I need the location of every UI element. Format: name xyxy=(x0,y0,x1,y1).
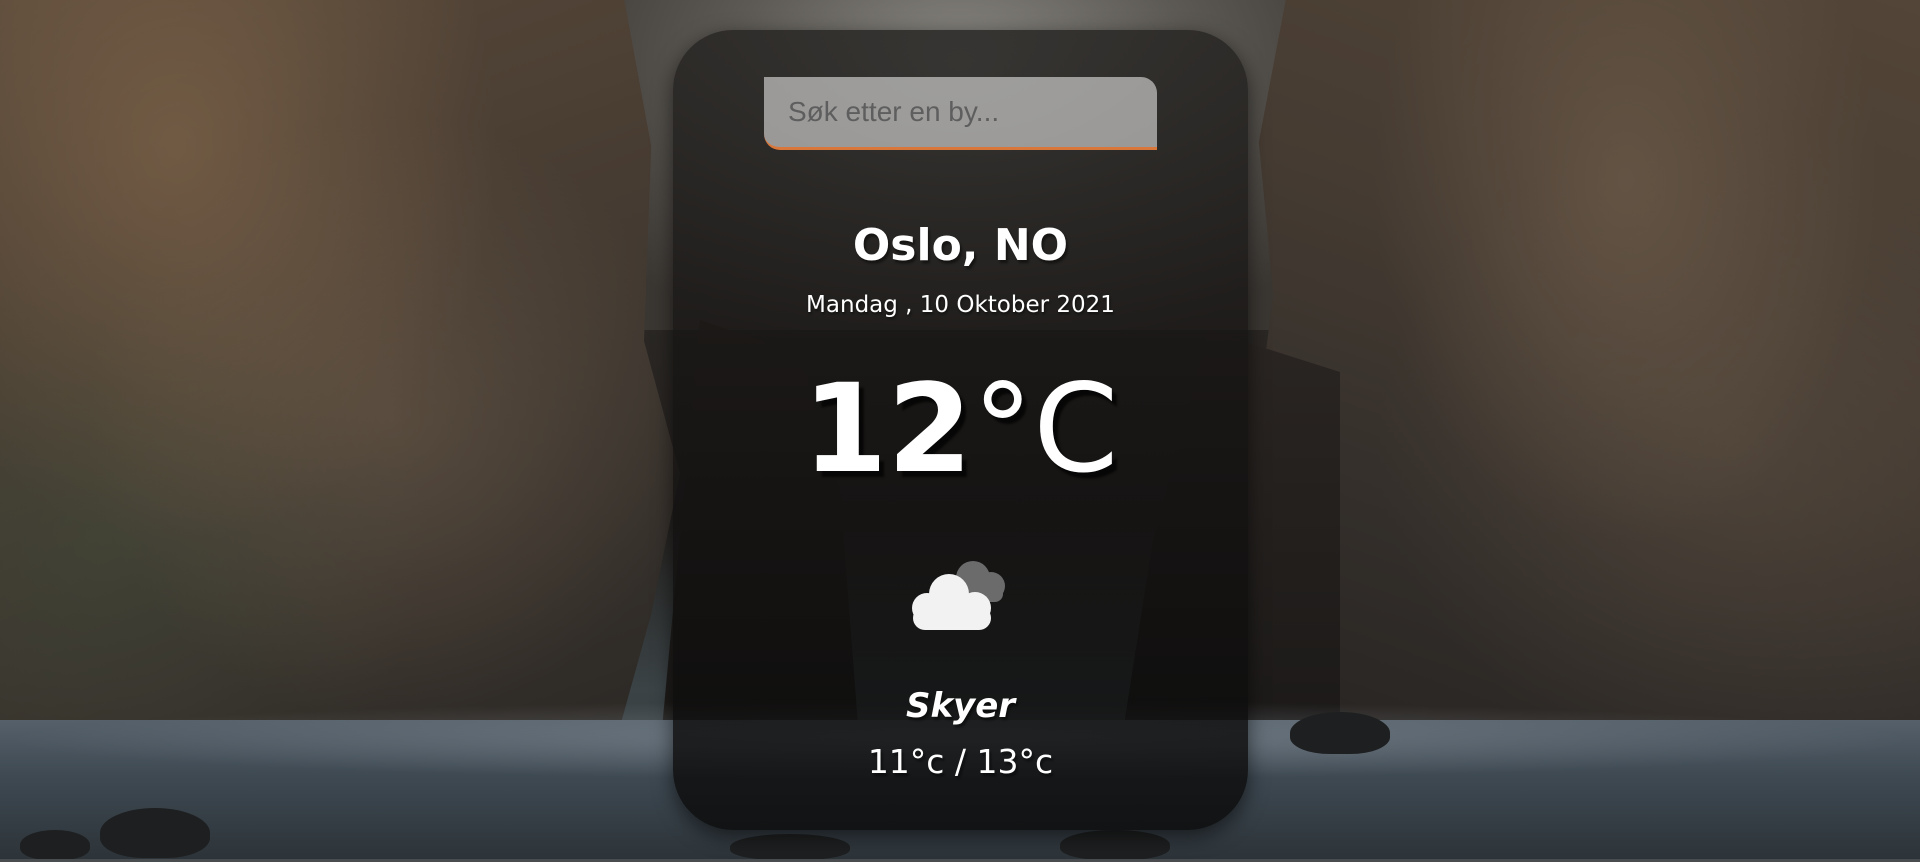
background-rock xyxy=(20,830,90,860)
weather-card: Oslo, NO Mandag , 10 Oktober 2021 12°C xyxy=(673,30,1248,830)
background-rock xyxy=(100,808,210,858)
background-rock xyxy=(730,834,850,860)
background-cliff-left xyxy=(0,0,680,770)
location-name: Oslo, NO xyxy=(852,220,1069,271)
current-date: Mandag , 10 Oktober 2021 xyxy=(806,292,1115,318)
background-rock xyxy=(1290,712,1390,754)
weather-condition: Skyer xyxy=(905,686,1016,726)
temperature-value: 12 xyxy=(802,358,973,500)
current-temperature: 12°C xyxy=(673,368,1248,490)
temperature-range: 11°c / 13°c xyxy=(867,742,1054,781)
cloud-icon xyxy=(901,548,1025,648)
background-rock xyxy=(1060,830,1170,860)
city-search-input[interactable] xyxy=(764,77,1157,150)
background-photo: Oslo, NO Mandag , 10 Oktober 2021 12°C xyxy=(0,0,1920,862)
temperature-unit: °C xyxy=(972,358,1119,500)
